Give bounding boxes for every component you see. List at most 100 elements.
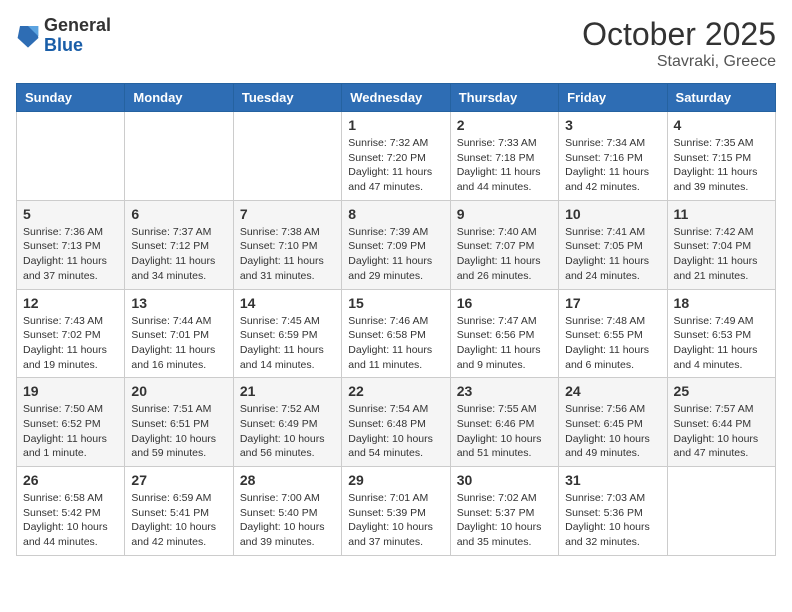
day-info: Sunrise: 7:01 AM Sunset: 5:39 PM Dayligh… (348, 491, 443, 550)
calendar-cell (17, 112, 125, 201)
month-title: October 2025 Stavraki, Greece (582, 16, 776, 71)
day-number: 10 (565, 206, 660, 222)
calendar-week-row: 19 Sunrise: 7:50 AM Sunset: 6:52 PM Dayli… (17, 378, 776, 467)
calendar-cell (233, 112, 341, 201)
day-number: 13 (131, 295, 226, 311)
calendar-table: SundayMondayTuesdayWednesdayThursdayFrid… (16, 83, 776, 556)
day-info: Sunrise: 7:50 AM Sunset: 6:52 PM Dayligh… (23, 402, 118, 461)
day-number: 3 (565, 117, 660, 133)
calendar-cell: 22 Sunrise: 7:54 AM Sunset: 6:48 PM Dayli… (342, 378, 450, 467)
day-info: Sunrise: 7:57 AM Sunset: 6:44 PM Dayligh… (674, 402, 769, 461)
calendar-cell: 14Sunrise: 7:45 AM Sunset: 6:59 PM Dayli… (233, 289, 341, 378)
day-info: Sunrise: 7:38 AM Sunset: 7:10 PM Dayligh… (240, 225, 335, 284)
day-number: 19 (23, 383, 118, 399)
calendar-cell: 30 Sunrise: 7:02 AM Sunset: 5:37 PM Dayli… (450, 467, 558, 556)
calendar-cell: 28Sunrise: 7:00 AM Sunset: 5:40 PM Dayli… (233, 467, 341, 556)
day-info: Sunrise: 7:32 AM Sunset: 7:20 PM Dayligh… (348, 136, 443, 195)
day-number: 11 (674, 206, 769, 222)
calendar-cell: 6 Sunrise: 7:37 AM Sunset: 7:12 PM Daylig… (125, 200, 233, 289)
day-info: Sunrise: 7:56 AM Sunset: 6:45 PM Dayligh… (565, 402, 660, 461)
calendar-cell: 11 Sunrise: 7:42 AM Sunset: 7:04 PM Dayli… (667, 200, 775, 289)
calendar-cell: 10 Sunrise: 7:41 AM Sunset: 7:05 PM Dayli… (559, 200, 667, 289)
calendar-cell (667, 467, 775, 556)
calendar-cell: 15 Sunrise: 7:46 AM Sunset: 6:58 PM Dayli… (342, 289, 450, 378)
day-info: Sunrise: 7:52 AM Sunset: 6:49 PM Dayligh… (240, 402, 335, 461)
day-info: Sunrise: 7:03 AM Sunset: 5:36 PM Dayligh… (565, 491, 660, 550)
calendar-cell: 12 Sunrise: 7:43 AM Sunset: 7:02 PM Dayli… (17, 289, 125, 378)
day-number: 6 (131, 206, 226, 222)
day-number: 16 (457, 295, 552, 311)
day-number: 26 (23, 472, 118, 488)
day-number: 17 (565, 295, 660, 311)
day-info: Sunrise: 7:42 AM Sunset: 7:04 PM Dayligh… (674, 225, 769, 284)
calendar-cell: 19 Sunrise: 7:50 AM Sunset: 6:52 PM Dayli… (17, 378, 125, 467)
logo-general-text: General (44, 16, 111, 36)
calendar-cell: 24 Sunrise: 7:56 AM Sunset: 6:45 PM Dayli… (559, 378, 667, 467)
day-number: 18 (674, 295, 769, 311)
day-number: 2 (457, 117, 552, 133)
day-number: 22 (348, 383, 443, 399)
day-info: Sunrise: 7:47 AM Sunset: 6:56 PM Dayligh… (457, 314, 552, 373)
day-info: Sunrise: 7:41 AM Sunset: 7:05 PM Dayligh… (565, 225, 660, 284)
calendar-cell: 31 Sunrise: 7:03 AM Sunset: 5:36 PM Dayli… (559, 467, 667, 556)
logo-icon (16, 22, 40, 50)
day-info: Sunrise: 7:35 AM Sunset: 7:15 PM Dayligh… (674, 136, 769, 195)
calendar-cell: 2 Sunrise: 7:33 AM Sunset: 7:18 PM Daylig… (450, 112, 558, 201)
calendar-cell: 26 Sunrise: 6:58 AM Sunset: 5:42 PM Dayli… (17, 467, 125, 556)
weekday-header-monday: Monday (125, 84, 233, 112)
calendar-cell: 17 Sunrise: 7:48 AM Sunset: 6:55 PM Dayli… (559, 289, 667, 378)
day-number: 20 (131, 383, 226, 399)
calendar-cell: 16 Sunrise: 7:47 AM Sunset: 6:56 PM Dayli… (450, 289, 558, 378)
day-info: Sunrise: 6:58 AM Sunset: 5:42 PM Dayligh… (23, 491, 118, 550)
calendar-cell: 5 Sunrise: 7:36 AM Sunset: 7:13 PM Daylig… (17, 200, 125, 289)
day-number: 5 (23, 206, 118, 222)
day-info: Sunrise: 7:34 AM Sunset: 7:16 PM Dayligh… (565, 136, 660, 195)
day-number: 23 (457, 383, 552, 399)
weekday-header-friday: Friday (559, 84, 667, 112)
day-number: 29 (348, 472, 443, 488)
weekday-header-row: SundayMondayTuesdayWednesdayThursdayFrid… (17, 84, 776, 112)
calendar-cell: 18Sunrise: 7:49 AM Sunset: 6:53 PM Dayli… (667, 289, 775, 378)
day-number: 27 (131, 472, 226, 488)
day-number: 15 (348, 295, 443, 311)
day-info: Sunrise: 7:43 AM Sunset: 7:02 PM Dayligh… (23, 314, 118, 373)
day-number: 25 (674, 383, 769, 399)
day-number: 9 (457, 206, 552, 222)
weekday-header-wednesday: Wednesday (342, 84, 450, 112)
day-info: Sunrise: 7:33 AM Sunset: 7:18 PM Dayligh… (457, 136, 552, 195)
day-info: Sunrise: 7:45 AM Sunset: 6:59 PM Dayligh… (240, 314, 335, 373)
day-info: Sunrise: 7:46 AM Sunset: 6:58 PM Dayligh… (348, 314, 443, 373)
day-number: 8 (348, 206, 443, 222)
day-info: Sunrise: 7:02 AM Sunset: 5:37 PM Dayligh… (457, 491, 552, 550)
location: Stavraki, Greece (582, 53, 776, 71)
day-number: 4 (674, 117, 769, 133)
calendar-cell: 9 Sunrise: 7:40 AM Sunset: 7:07 PM Daylig… (450, 200, 558, 289)
day-number: 31 (565, 472, 660, 488)
calendar-cell: 1Sunrise: 7:32 AM Sunset: 7:20 PM Daylig… (342, 112, 450, 201)
day-info: Sunrise: 7:36 AM Sunset: 7:13 PM Dayligh… (23, 225, 118, 284)
calendar-cell: 20 Sunrise: 7:51 AM Sunset: 6:51 PM Dayli… (125, 378, 233, 467)
calendar-cell: 25 Sunrise: 7:57 AM Sunset: 6:44 PM Dayli… (667, 378, 775, 467)
day-info: Sunrise: 7:55 AM Sunset: 6:46 PM Dayligh… (457, 402, 552, 461)
day-info: Sunrise: 7:37 AM Sunset: 7:12 PM Dayligh… (131, 225, 226, 284)
calendar-cell: 23 Sunrise: 7:55 AM Sunset: 6:46 PM Dayli… (450, 378, 558, 467)
month-year: October 2025 (582, 16, 776, 53)
day-info: Sunrise: 7:51 AM Sunset: 6:51 PM Dayligh… (131, 402, 226, 461)
day-number: 24 (565, 383, 660, 399)
day-number: 30 (457, 472, 552, 488)
day-info: Sunrise: 7:39 AM Sunset: 7:09 PM Dayligh… (348, 225, 443, 284)
day-info: Sunrise: 7:00 AM Sunset: 5:40 PM Dayligh… (240, 491, 335, 550)
calendar-cell: 27Sunrise: 6:59 AM Sunset: 5:41 PM Dayli… (125, 467, 233, 556)
day-info: Sunrise: 7:40 AM Sunset: 7:07 PM Dayligh… (457, 225, 552, 284)
weekday-header-thursday: Thursday (450, 84, 558, 112)
logo-blue-text: Blue (44, 36, 111, 56)
day-info: Sunrise: 7:54 AM Sunset: 6:48 PM Dayligh… (348, 402, 443, 461)
logo: General Blue (16, 16, 111, 56)
day-info: Sunrise: 7:48 AM Sunset: 6:55 PM Dayligh… (565, 314, 660, 373)
calendar-week-row: 26 Sunrise: 6:58 AM Sunset: 5:42 PM Dayli… (17, 467, 776, 556)
calendar-cell: 3 Sunrise: 7:34 AM Sunset: 7:16 PM Daylig… (559, 112, 667, 201)
day-number: 12 (23, 295, 118, 311)
calendar-cell: 13Sunrise: 7:44 AM Sunset: 7:01 PM Dayli… (125, 289, 233, 378)
calendar-cell: 8 Sunrise: 7:39 AM Sunset: 7:09 PM Daylig… (342, 200, 450, 289)
weekday-header-tuesday: Tuesday (233, 84, 341, 112)
